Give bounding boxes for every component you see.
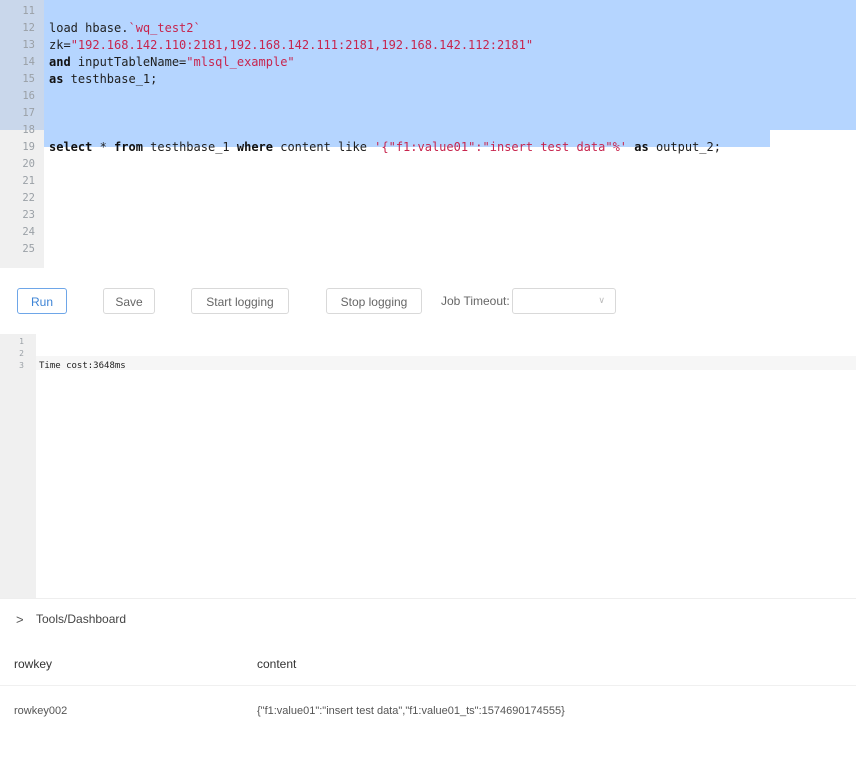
line-number: 17 bbox=[22, 107, 35, 119]
code-token: and bbox=[49, 55, 71, 69]
code-line[interactable]: 17 bbox=[0, 105, 856, 122]
log-line: 1 bbox=[0, 336, 856, 348]
code-token: "192.168.142.110:2181,192.168.142.111:21… bbox=[70, 38, 534, 52]
code-line[interactable]: 12 load hbase.`wq_test2` bbox=[0, 20, 856, 37]
log-line-number: 1 bbox=[19, 337, 24, 346]
run-button[interactable]: Run bbox=[17, 288, 67, 314]
line-number: 13 bbox=[22, 39, 35, 51]
line-number: 19 bbox=[22, 141, 35, 153]
code-token: `wq_test2` bbox=[128, 21, 201, 35]
code-editor[interactable]: 11 12 load hbase.`wq_test2` 13 zk="192.168.1… bbox=[0, 0, 856, 268]
log-line: 3 Time cost:3648ms bbox=[0, 360, 856, 372]
code-line[interactable]: 23 bbox=[0, 207, 856, 224]
code-line[interactable]: 19 select * from testhbase_1 where conten… bbox=[0, 139, 856, 156]
code-token: where bbox=[236, 140, 273, 154]
code-line[interactable]: 13 zk="192.168.142.110:2181,192.168.142.1… bbox=[0, 37, 856, 54]
code-token: inputTableName= bbox=[70, 55, 187, 69]
code-token: "mlsql_example" bbox=[186, 55, 295, 69]
save-button[interactable]: Save bbox=[103, 288, 155, 314]
code-token: content like bbox=[273, 140, 375, 154]
result-table: rowkey content rowkey002 {"f1:value01":"… bbox=[0, 641, 856, 767]
code-text: zk="192.168.142.110:2181,192.168.142.111… bbox=[49, 37, 533, 54]
log-gutter bbox=[0, 334, 36, 598]
log-output[interactable]: 1 2 3 Time cost:3648ms bbox=[0, 334, 856, 598]
code-line[interactable]: 16 bbox=[0, 88, 856, 105]
log-line-number: 3 bbox=[19, 361, 24, 370]
code-line[interactable]: 14 and inputTableName="mlsql_example" bbox=[0, 54, 856, 71]
code-line[interactable]: 21 bbox=[0, 173, 856, 190]
code-token: testhbase_1 bbox=[142, 140, 237, 154]
line-number: 15 bbox=[22, 73, 35, 85]
code-token: output_2; bbox=[648, 140, 721, 154]
line-number: 12 bbox=[22, 22, 35, 34]
column-header-rowkey: rowkey bbox=[14, 657, 53, 671]
code-token: * bbox=[92, 140, 115, 154]
line-number: 14 bbox=[22, 56, 35, 68]
code-line[interactable]: 18 bbox=[0, 122, 856, 139]
code-line[interactable]: 25 bbox=[0, 241, 856, 258]
line-number: 23 bbox=[22, 209, 35, 221]
code-token: as bbox=[49, 72, 64, 86]
log-line-number: 2 bbox=[19, 349, 24, 358]
code-line[interactable]: 11 bbox=[0, 3, 856, 20]
line-number: 18 bbox=[22, 124, 35, 136]
code-text: and inputTableName="mlsql_example" bbox=[49, 54, 295, 71]
table-cell-rowkey: rowkey002 bbox=[14, 705, 68, 717]
line-number: 25 bbox=[22, 243, 35, 255]
column-header-content: content bbox=[257, 657, 297, 671]
toolbar: Run Save Start logging Stop logging Job … bbox=[0, 268, 856, 334]
code-line[interactable]: 20 bbox=[0, 156, 856, 173]
line-number: 22 bbox=[22, 192, 35, 204]
code-token: zk= bbox=[49, 38, 71, 52]
table-cell-content: {"f1:value01":"insert test data","f1:val… bbox=[257, 705, 565, 717]
line-number: 16 bbox=[22, 90, 35, 102]
line-number: 11 bbox=[22, 5, 35, 17]
code-line[interactable]: 15 as testhbase_1; bbox=[0, 71, 856, 88]
code-line[interactable]: 24 bbox=[0, 224, 856, 241]
log-text: Time cost:3648ms bbox=[39, 361, 126, 371]
code-token: '{"f1:value01":"insert test data"%' bbox=[374, 140, 628, 154]
job-timeout-select[interactable]: ∨ bbox=[512, 288, 616, 314]
chevron-down-icon: ∨ bbox=[598, 295, 605, 305]
code-line[interactable]: 22 bbox=[0, 190, 856, 207]
start-logging-button[interactable]: Start logging bbox=[191, 288, 289, 314]
code-token: select bbox=[49, 140, 93, 154]
code-text: load hbase.`wq_test2` bbox=[49, 20, 201, 37]
code-token: load hbase. bbox=[49, 21, 129, 35]
code-token: from bbox=[114, 140, 143, 154]
tools-dashboard-label: Tools/Dashboard bbox=[36, 612, 127, 626]
line-number: 24 bbox=[22, 226, 35, 238]
table-divider bbox=[0, 685, 856, 686]
stop-logging-button[interactable]: Stop logging bbox=[326, 288, 422, 314]
code-token: testhbase_1; bbox=[63, 72, 158, 86]
line-number: 20 bbox=[22, 158, 35, 170]
tools-dashboard-toggle[interactable]: > Tools/Dashboard bbox=[0, 598, 856, 642]
log-line: 2 bbox=[0, 348, 856, 360]
code-text: select * from testhbase_1 where content … bbox=[49, 139, 721, 156]
chevron-right-icon: > bbox=[16, 612, 24, 627]
code-text: as testhbase_1; bbox=[49, 71, 157, 88]
line-number: 21 bbox=[22, 175, 35, 187]
code-token: as bbox=[634, 140, 649, 154]
job-timeout-label: Job Timeout: bbox=[441, 294, 510, 308]
